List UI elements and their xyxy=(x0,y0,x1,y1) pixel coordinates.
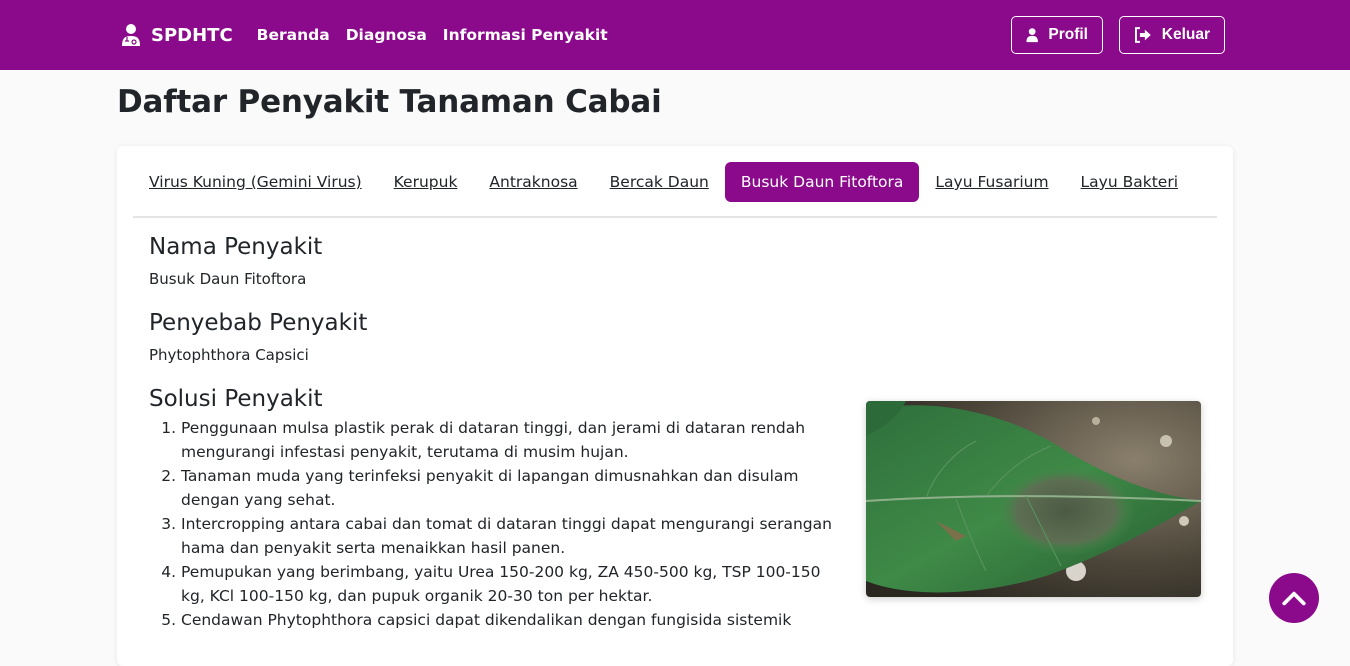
tab-antraknosa[interactable]: Antraknosa xyxy=(473,162,593,202)
tab-layu-fusarium[interactable]: Layu Fusarium xyxy=(919,162,1064,202)
tab-busuk-daun-fitoftora[interactable]: Busuk Daun Fitoftora xyxy=(724,162,920,202)
disease-card: Virus Kuning (Gemini Virus) Kerupuk Antr… xyxy=(117,146,1233,666)
solution-item: Pemupukan yang berimbang, yaitu Urea 150… xyxy=(181,560,839,608)
nav-link-diagnosa[interactable]: Diagnosa xyxy=(346,26,427,44)
logout-button-label: Keluar xyxy=(1161,26,1210,43)
tab-virus-kuning[interactable]: Virus Kuning (Gemini Virus) xyxy=(133,162,378,202)
profile-button[interactable]: Profil xyxy=(1011,16,1103,54)
logout-button[interactable]: Keluar xyxy=(1119,16,1225,54)
disease-name-heading: Nama Penyakit xyxy=(149,234,323,260)
nav-link-beranda[interactable]: Beranda xyxy=(257,26,330,44)
disease-image xyxy=(866,401,1201,597)
solution-item: Cendawan Phytophthora capsici dapat dike… xyxy=(181,608,839,632)
nav-link-informasi-penyakit[interactable]: Informasi Penyakit xyxy=(443,26,608,44)
disease-cause-heading: Penyebab Penyakit xyxy=(149,310,368,336)
profile-button-label: Profil xyxy=(1048,26,1088,43)
brand-name: SPDHTC xyxy=(151,24,233,46)
solution-list: Penggunaan mulsa plastik perak di datara… xyxy=(149,416,839,632)
scroll-top-button[interactable] xyxy=(1269,573,1319,623)
solution-item: Penggunaan mulsa plastik perak di datara… xyxy=(181,416,839,464)
disease-name-value: Busuk Daun Fitoftora xyxy=(149,270,307,288)
disease-tabs: Virus Kuning (Gemini Virus) Kerupuk Antr… xyxy=(133,162,1217,218)
tab-bercak-daun[interactable]: Bercak Daun xyxy=(594,162,725,202)
disease-cause-value: Phytophthora Capsici xyxy=(149,346,309,364)
chevron-up-icon xyxy=(1282,591,1306,606)
brand-logo[interactable]: SPDHTC xyxy=(120,23,233,47)
disease-solution-heading: Solusi Penyakit xyxy=(149,386,323,412)
page-title: Daftar Penyakit Tanaman Cabai xyxy=(117,84,662,120)
tab-kerupuk[interactable]: Kerupuk xyxy=(378,162,474,202)
user-icon xyxy=(1026,28,1038,43)
sign-out-icon xyxy=(1134,27,1151,43)
navbar: SPDHTC Beranda Diagnosa Informasi Penyak… xyxy=(0,0,1350,70)
solution-item: Intercropping antara cabai dan tomat di … xyxy=(181,512,839,560)
user-doctor-icon xyxy=(122,24,140,46)
solution-item: Tanaman muda yang terinfeksi penyakit di… xyxy=(181,464,839,512)
disease-content: Nama Penyakit Busuk Daun Fitoftora Penye… xyxy=(149,234,1201,632)
tab-layu-bakteri[interactable]: Layu Bakteri xyxy=(1065,162,1194,202)
